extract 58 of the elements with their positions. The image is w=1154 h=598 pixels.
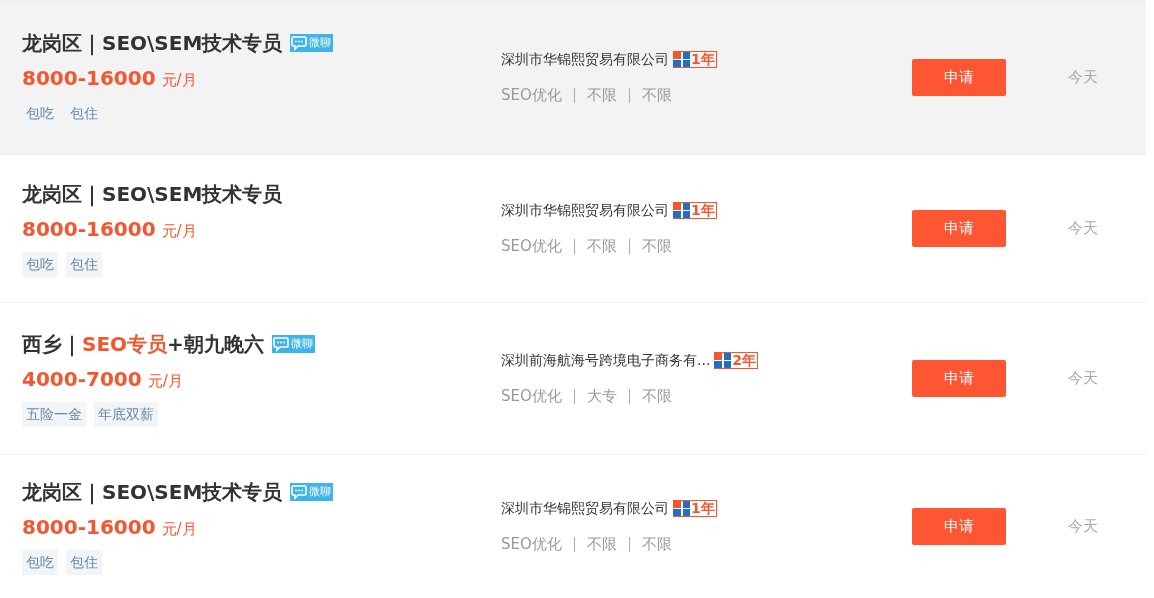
salary-unit: 元/月 [147, 371, 183, 392]
requirement-text: 大专 [586, 385, 617, 407]
company-name[interactable]: 深圳前海航海号跨境电子商务有... [501, 349, 711, 371]
speech-bubble-icon [290, 35, 309, 51]
requirement-text: 不限 [586, 235, 617, 257]
requirement-text: 不限 [641, 84, 672, 106]
company-logo-icon [673, 499, 691, 517]
requirement-text: 不限 [641, 385, 672, 407]
benefit-tag: 包吃 [22, 101, 58, 126]
speech-bubble-icon [290, 484, 309, 500]
company-name[interactable]: 深圳市华锦熙贸易有限公司 [501, 497, 669, 519]
company-logo-icon [673, 201, 691, 219]
job-title: 龙岗区｜SEO\SEM技术专员 [22, 30, 283, 57]
company-logo-icon [714, 351, 733, 369]
company-years-badge: 1年 [673, 50, 717, 68]
requirement-text: 不限 [586, 533, 617, 555]
posted-date: 今天 [1068, 516, 1098, 538]
requirement-text: SEO优化 [501, 84, 562, 106]
job-title: 龙岗区｜SEO\SEM技术专员 [22, 479, 283, 506]
posted-date: 今天 [1068, 368, 1098, 390]
salary: 4000-7000 [22, 366, 142, 393]
salary-unit: 元/月 [161, 221, 197, 242]
chat-badge[interactable]: 微聊 [290, 483, 334, 501]
apply-button[interactable]: 申请 [912, 360, 1006, 397]
benefit-tag: 包住 [66, 101, 102, 126]
apply-button[interactable]: 申请 [912, 210, 1006, 247]
requirement-text: 不限 [641, 533, 672, 555]
job-title: 龙岗区｜SEO\SEM技术专员 [22, 181, 283, 208]
job-title: 西乡｜SEO专员+朝九晚六 [22, 331, 264, 358]
apply-button[interactable]: 申请 [912, 59, 1006, 96]
requirement-text: 不限 [586, 84, 617, 106]
salary: 8000-16000 [22, 216, 156, 243]
requirement-text: SEO优化 [501, 385, 562, 407]
company-years-badge: 1年 [673, 201, 717, 219]
benefit-tag: 包吃 [22, 550, 58, 575]
posted-date: 今天 [1068, 218, 1098, 240]
benefit-tag: 包住 [66, 252, 102, 277]
benefit-tag: 包住 [66, 550, 102, 575]
benefit-tag: 五险一金 [22, 402, 86, 427]
requirement-text: SEO优化 [501, 533, 562, 555]
chat-badge[interactable]: 微聊 [271, 335, 315, 353]
posted-date: 今天 [1068, 67, 1098, 89]
salary: 8000-16000 [22, 65, 156, 92]
speech-bubble-icon [271, 336, 290, 352]
company-years-badge: 2年 [714, 351, 759, 369]
company-logo-icon [673, 50, 691, 68]
requirement-text: SEO优化 [501, 235, 562, 257]
salary: 8000-16000 [22, 514, 156, 541]
company-years-badge: 1年 [673, 499, 717, 517]
salary-unit: 元/月 [161, 519, 197, 540]
requirement-text: 不限 [641, 235, 672, 257]
chat-badge[interactable]: 微聊 [290, 34, 334, 52]
benefit-tag: 年底双薪 [94, 402, 158, 427]
company-name[interactable]: 深圳市华锦熙贸易有限公司 [501, 199, 669, 221]
apply-button[interactable]: 申请 [912, 508, 1006, 545]
company-name[interactable]: 深圳市华锦熙贸易有限公司 [501, 48, 669, 70]
benefit-tag: 包吃 [22, 252, 58, 277]
salary-unit: 元/月 [161, 70, 197, 91]
